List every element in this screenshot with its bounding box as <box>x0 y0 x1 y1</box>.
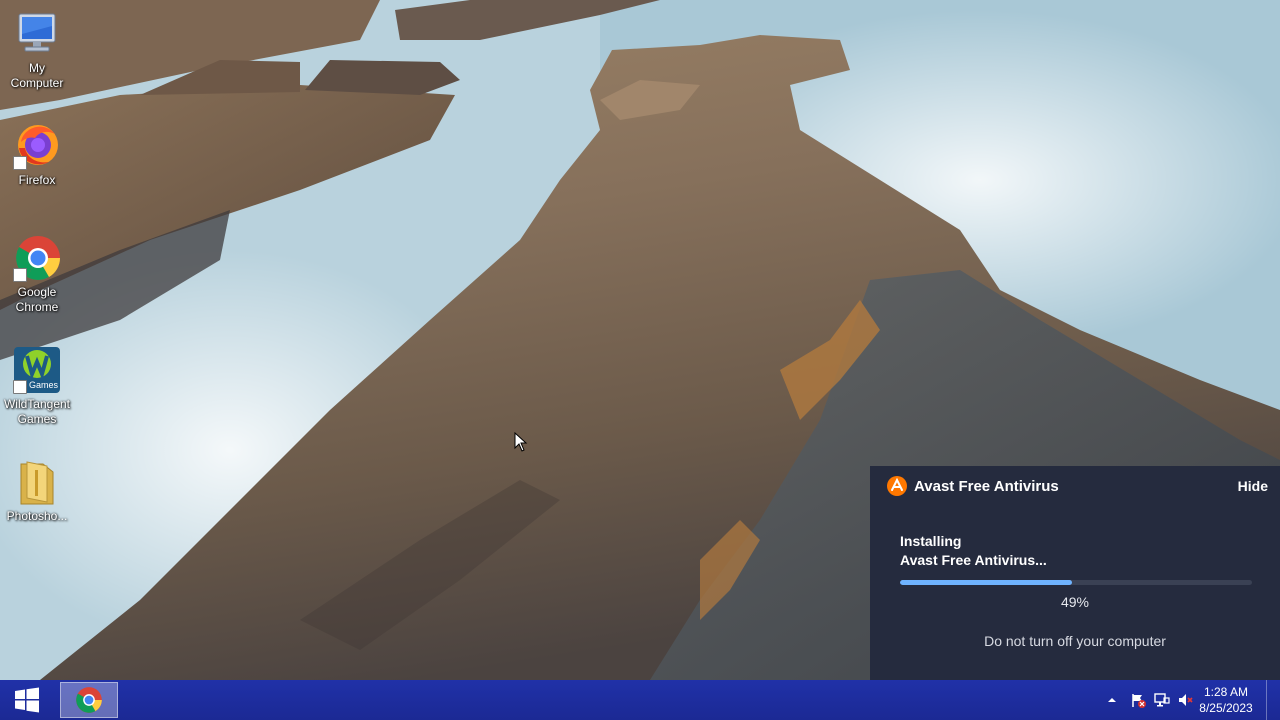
install-progress-fill <box>900 580 1073 585</box>
desktop-icon-wildtangent-games[interactable]: Games WildTangent Games <box>0 346 74 427</box>
clock-date: 8/25/2023 <box>1199 701 1253 715</box>
volume-muted-icon[interactable] <box>1178 692 1194 708</box>
desktop-icon-label: Firefox <box>18 173 56 187</box>
start-button[interactable] <box>0 680 54 720</box>
desktop-icon-google-chrome[interactable]: Google Chrome <box>0 234 74 315</box>
install-progress-bar <box>900 580 1252 585</box>
desktop-icon-label: Google Chrome <box>15 285 59 314</box>
action-center-flag-icon[interactable] <box>1130 692 1146 708</box>
taskbar: 1:28 AM 8/25/2023 <box>0 680 1280 720</box>
taskbar-clock[interactable]: 1:28 AM 8/25/2023 <box>1196 684 1256 716</box>
shortcut-arrow-icon <box>13 268 27 282</box>
install-progress-percent: 49% <box>1060 594 1090 610</box>
avast-install-panel: Avast Free Antivirus Hide Installing Ava… <box>870 466 1280 680</box>
desktop-icon-label: My Computer <box>10 61 64 90</box>
clock-time: 1:28 AM <box>1203 685 1249 699</box>
desktop-icon-label: Photosho... <box>6 509 68 523</box>
network-icon[interactable] <box>1154 692 1170 708</box>
desktop-icon-firefox[interactable]: Firefox <box>0 122 74 188</box>
shortcut-arrow-icon <box>13 380 27 394</box>
system-tray: 1:28 AM 8/25/2023 <box>1090 680 1280 720</box>
chrome-icon <box>76 687 102 713</box>
chrome-icon <box>13 234 61 282</box>
install-status-line1: Installing <box>900 533 962 549</box>
hide-button[interactable]: Hide <box>1238 478 1268 494</box>
shortcut-arrow-icon <box>13 156 27 170</box>
show-desktop-button[interactable] <box>1266 680 1280 720</box>
avast-panel-title: Avast Free Antivirus <box>914 478 1059 495</box>
desktop-icon-label: WildTangent Games <box>3 397 71 426</box>
taskbar-chrome-button[interactable] <box>60 682 118 718</box>
folder-icon <box>13 458 61 506</box>
install-status-line2: Avast Free Antivirus... <box>900 552 1047 568</box>
games-badge: Games <box>28 380 58 390</box>
windows-logo-icon <box>15 687 39 713</box>
power-warning-text: Do not turn off your computer <box>984 633 1166 649</box>
avast-panel-header: Avast Free Antivirus Hide <box>870 466 1280 506</box>
desktop-icon-my-computer[interactable]: My Computer <box>0 10 74 91</box>
chevron-up-icon[interactable] <box>1104 692 1120 708</box>
firefox-icon <box>13 122 61 170</box>
wildtangent-icon: Games <box>13 346 61 394</box>
avast-logo-icon <box>887 476 907 496</box>
mouse-cursor-icon <box>514 432 528 452</box>
desktop-icon-photoshop-folder[interactable]: Photosho... <box>0 458 74 524</box>
computer-icon <box>13 10 61 58</box>
